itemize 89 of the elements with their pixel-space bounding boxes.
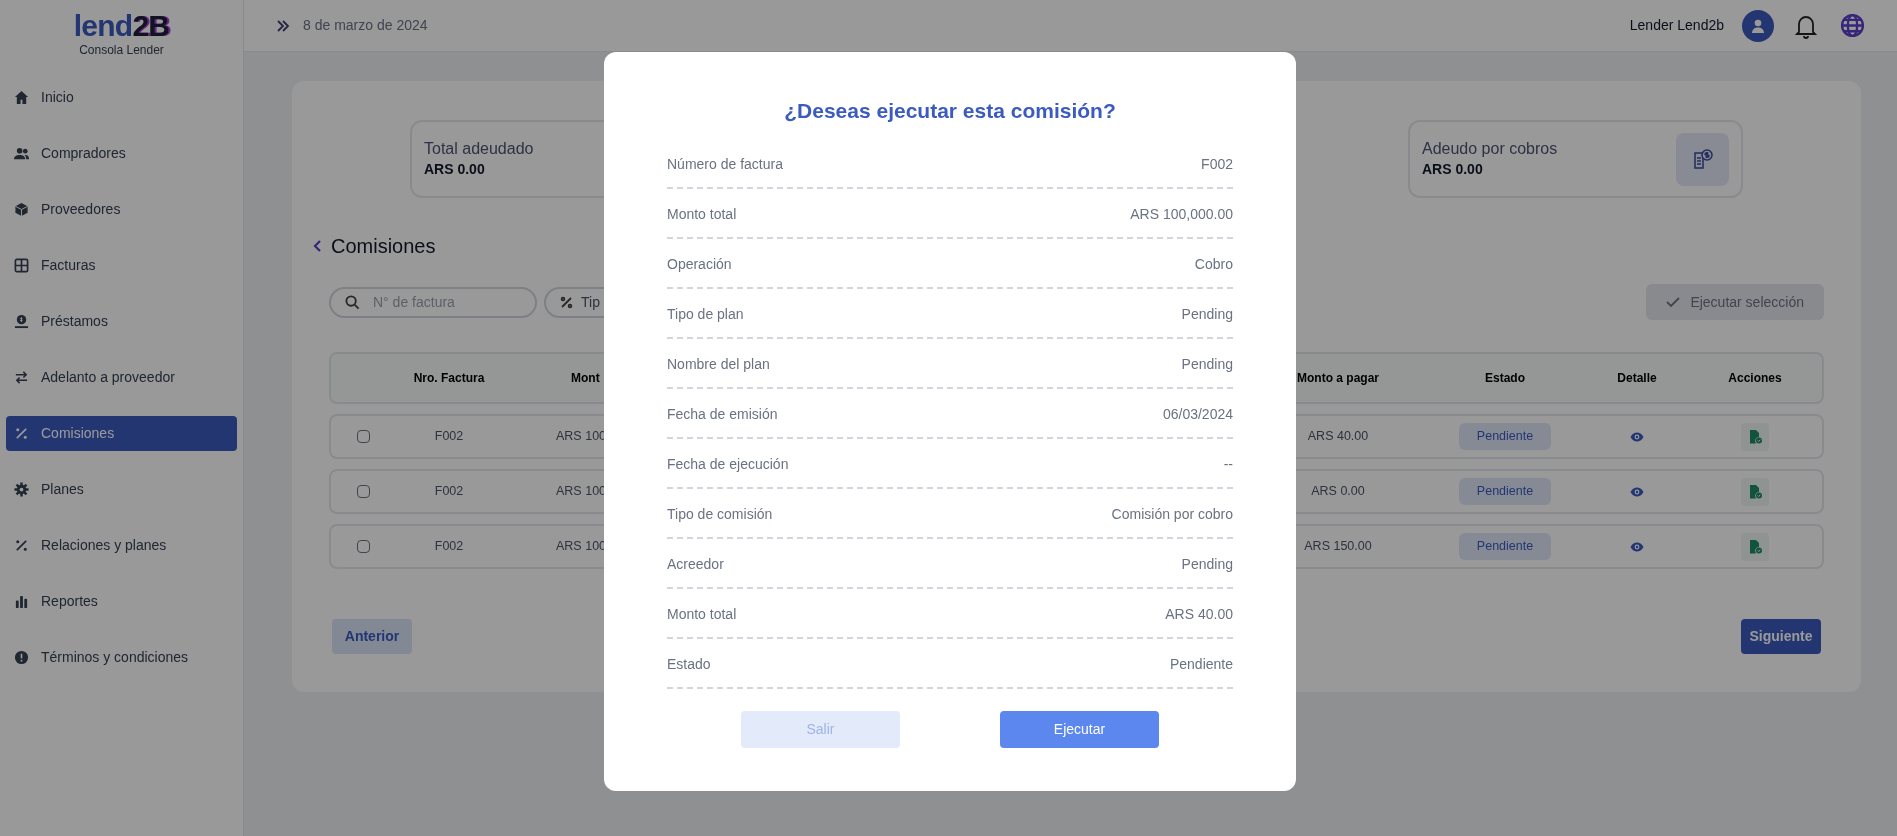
status-badge: Pendiente xyxy=(1458,533,1552,560)
detail-label: Acreedor xyxy=(667,555,724,574)
detail-value: -- xyxy=(1223,455,1233,474)
file-check-icon[interactable] xyxy=(1741,422,1769,451)
detail-value: Pending xyxy=(1181,305,1233,324)
column-header: Estado xyxy=(1485,370,1525,387)
search-field[interactable]: N° de factura xyxy=(329,286,537,318)
sidebar-item[interactable]: Relaciones y planes xyxy=(6,528,237,563)
column-header: Monto a pagar xyxy=(1297,370,1379,387)
avatar-icon[interactable] xyxy=(1742,9,1774,42)
stat-title: Total adeudado xyxy=(424,139,534,159)
stat-value: ARS 0.00 xyxy=(1422,160,1483,179)
file-check-icon[interactable] xyxy=(1741,532,1769,561)
detail-label: Estado xyxy=(667,655,711,674)
section-title: Comisiones xyxy=(331,234,436,259)
eye-icon[interactable] xyxy=(1630,486,1644,497)
eye-icon[interactable] xyxy=(1630,431,1644,442)
table-cell-text: F002 xyxy=(434,428,464,446)
search-icon xyxy=(345,294,360,310)
column-header: Acciones xyxy=(1728,370,1782,387)
sidebar-item[interactable]: Planes xyxy=(6,472,237,507)
invoice-dollar-icon xyxy=(1676,132,1729,186)
sidebar-item[interactable]: Compradores xyxy=(6,136,237,171)
checkbox[interactable] xyxy=(356,430,370,443)
table-cell-text: F002 xyxy=(434,538,464,556)
gear-icon xyxy=(14,482,29,497)
sidebar-item[interactable]: Préstamos xyxy=(6,304,237,339)
detail-value: ARS 100,000.00 xyxy=(1130,205,1233,224)
dialog-title: ¿Deseas ejecutar esta comisión? xyxy=(783,98,1117,124)
detail-value: Pending xyxy=(1181,555,1233,574)
sidebar-item[interactable]: Adelanto a proveedor xyxy=(6,360,237,395)
detail-value: Cobro xyxy=(1194,255,1233,274)
logo: lend2B xyxy=(73,10,170,42)
bar-chart-icon xyxy=(14,594,29,609)
detail-value: Pendiente xyxy=(1169,655,1233,674)
detail-label: Fecha de emisión xyxy=(667,405,778,424)
user-name: Lender Lend2b xyxy=(1629,16,1724,35)
detail-label: Nombre del plan xyxy=(667,355,770,374)
table-cell-text: ARS 0.00 xyxy=(1311,483,1365,501)
detail-value: 06/03/2024 xyxy=(1162,405,1233,424)
status-badge: Pendiente xyxy=(1458,423,1552,450)
sidebar-item[interactable]: Facturas xyxy=(6,248,237,283)
stat-value: ARS 0.00 xyxy=(424,160,485,179)
column-header: Detalle xyxy=(1617,370,1657,387)
sidebar-item[interactable]: Proveedores xyxy=(6,192,237,227)
file-check-icon[interactable] xyxy=(1741,477,1769,506)
status-badge: Pendiente xyxy=(1458,478,1552,505)
table-cell-text: ARS 40.00 xyxy=(1307,428,1369,446)
percent-icon xyxy=(560,295,573,309)
detail-value: Pending xyxy=(1181,355,1233,374)
cube-icon xyxy=(14,202,29,217)
detail-label: Número de factura xyxy=(667,155,783,174)
eye-icon[interactable] xyxy=(1630,541,1644,552)
next-button[interactable]: Siguiente xyxy=(1741,619,1821,654)
home-icon xyxy=(14,90,29,105)
grid-icon xyxy=(14,258,29,273)
checkbox[interactable] xyxy=(356,485,370,498)
column-header: Nro. Factura xyxy=(412,370,486,387)
percent-icon xyxy=(14,426,29,441)
sidebar-item[interactable]: Inicio xyxy=(6,80,237,115)
check-icon xyxy=(1666,296,1681,308)
globe-icon[interactable] xyxy=(1840,13,1865,38)
logo-subtitle: Consola Lender xyxy=(79,42,164,58)
sidebar-item[interactable]: Comisiones xyxy=(6,416,237,451)
detail-value: ARS 40.00 xyxy=(1165,605,1233,624)
detail-label: Monto total xyxy=(667,205,737,224)
users-icon xyxy=(14,146,29,161)
alert-icon xyxy=(14,650,29,665)
sidebar-item[interactable]: Reportes xyxy=(6,584,237,619)
percent-icon xyxy=(14,538,29,553)
detail-label: Tipo de plan xyxy=(667,305,744,324)
coin-hand-icon xyxy=(14,314,29,329)
column-header: Mont xyxy=(571,370,600,387)
detail-label: Monto total xyxy=(667,605,737,624)
detail-value: F002 xyxy=(1201,155,1233,174)
back-chevron-icon[interactable] xyxy=(313,239,323,253)
current-date: 8 de marzo de 2024 xyxy=(303,16,428,35)
confirm-button[interactable]: Ejecutar xyxy=(1000,710,1159,748)
detail-value: Comisión por cobro xyxy=(1111,505,1233,524)
arrows-icon xyxy=(14,370,29,385)
table-cell-text: ARS 150.00 xyxy=(1304,538,1372,556)
stat-title: Adeudo por cobros xyxy=(1422,139,1558,159)
expand-icon[interactable] xyxy=(276,18,290,33)
checkbox[interactable] xyxy=(356,540,370,553)
table-cell-text: F002 xyxy=(434,483,464,501)
detail-label: Fecha de ejecución xyxy=(667,455,789,474)
detail-label: Operación xyxy=(667,255,732,274)
sidebar-item[interactable]: Términos y condiciones xyxy=(6,640,237,675)
detail-label: Tipo de comisión xyxy=(667,505,773,524)
